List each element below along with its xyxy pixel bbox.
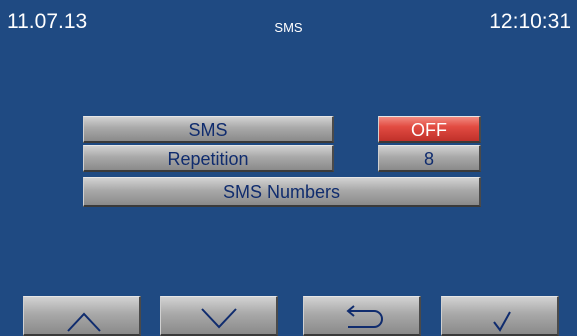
nav-back-button[interactable]: [303, 296, 421, 336]
nav-down-button[interactable]: [160, 296, 278, 336]
nav-confirm-button[interactable]: [441, 296, 559, 336]
time-display: 12:10:31: [489, 10, 571, 33]
repetition-value-button[interactable]: 8: [378, 145, 481, 172]
sms-numbers-label: SMS Numbers: [222, 182, 341, 202]
chevron-up-icon: [67, 312, 101, 332]
sms-toggle-button[interactable]: OFF: [378, 116, 481, 143]
nav-up-button[interactable]: [23, 296, 141, 336]
sms-setting-button[interactable]: SMS: [83, 116, 334, 143]
sms-numbers-button[interactable]: SMS Numbers: [83, 177, 481, 207]
sms-setting-label: SMS: [188, 120, 228, 140]
return-arrow-icon: [346, 305, 383, 328]
repetition-setting-button[interactable]: Repetition: [83, 145, 334, 172]
checkmark-icon: [493, 311, 511, 332]
sms-toggle-value: OFF: [411, 120, 447, 140]
repetition-value: 8: [423, 149, 434, 169]
chevron-down-icon: [201, 308, 237, 329]
repetition-setting-label: Repetition: [167, 149, 249, 169]
